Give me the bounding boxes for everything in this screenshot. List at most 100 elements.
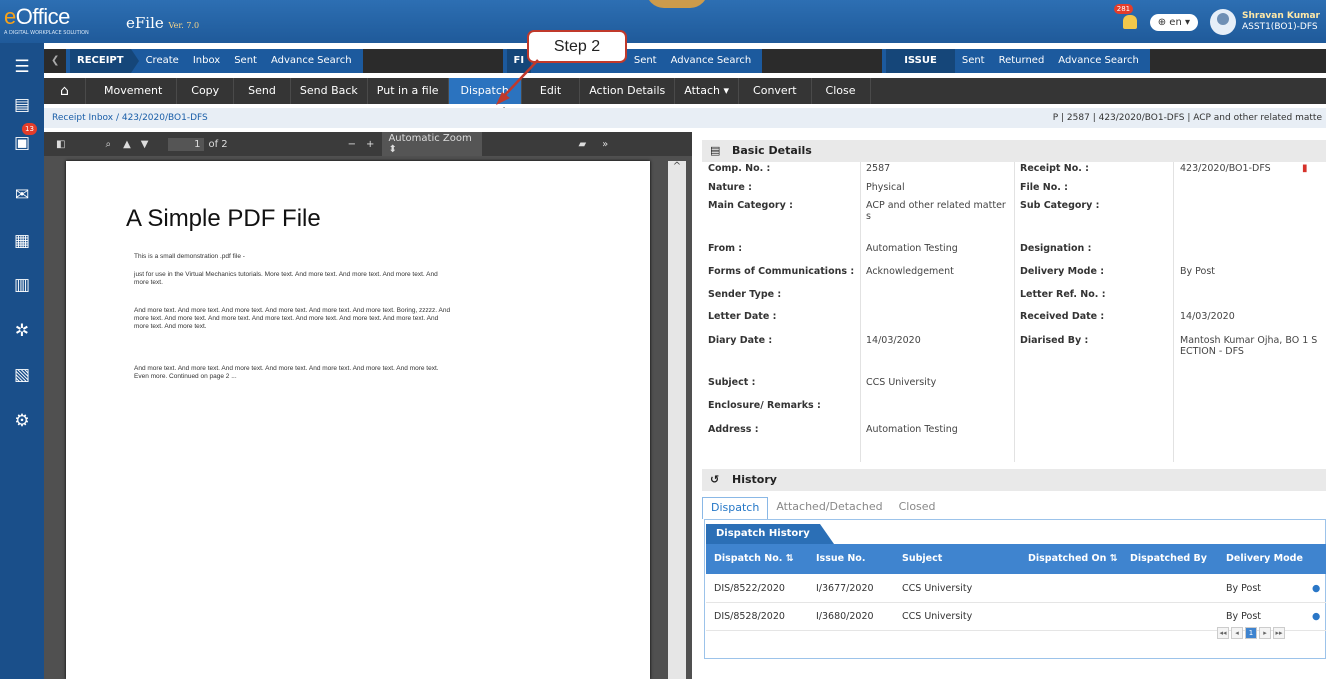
zoom-select[interactable]: Automatic Zoom ⬍ [382, 132, 483, 156]
collapse-arrow-icon[interactable]: ❮ [44, 49, 66, 73]
zoom-out-icon[interactable]: − [348, 139, 356, 150]
history-tabs: Dispatch Attached/Detached Closed [702, 497, 944, 519]
detail-label: Delivery Mode : [1020, 266, 1104, 277]
detail-label: Subject : [708, 377, 756, 388]
detail-label: Address : [708, 424, 759, 435]
send-back-button[interactable]: Send Back [291, 78, 368, 104]
nav-issue-returned[interactable]: Returned [992, 49, 1052, 73]
tab-dispatch[interactable]: Dispatch [702, 497, 769, 519]
menu-icon[interactable]: ☰ [10, 55, 34, 79]
page-number-input[interactable]: 1 [168, 137, 205, 151]
detail-label: From : [708, 243, 743, 254]
download-icon[interactable]: ▰ [578, 139, 586, 150]
attach-label: Attach [684, 84, 720, 97]
tab-closed[interactable]: Closed [891, 497, 944, 519]
nav-inbox[interactable]: Inbox [186, 49, 227, 73]
nav-issue-advance-search[interactable]: Advance Search [1051, 49, 1146, 73]
breadcrumb-path[interactable]: Receipt Inbox / 423/2020/BO1-DFS [52, 113, 208, 123]
col-dispatched-on-label: Dispatched On [1028, 553, 1107, 564]
next-page-button[interactable]: ▸ [1259, 627, 1271, 639]
file-icon[interactable]: ▣ 13 [10, 123, 37, 155]
nav-create[interactable]: Create [139, 49, 186, 73]
admin-icon[interactable]: ⚙ [10, 409, 34, 433]
convert-button[interactable]: Convert [739, 78, 812, 104]
brand-tagline: A DIGITAL WORKPLACE SOLUTION [4, 30, 89, 36]
first-page-icon[interactable]: ◂◂ [1217, 627, 1229, 639]
user-avatar[interactable] [1210, 9, 1236, 35]
left-sidebar: ☰ ▤ ▣ 13 ✉ ▦ ▥ ✲ ▧ ⚙ [0, 43, 44, 679]
issue-nav: ISSUE Sent Returned Advance Search [882, 49, 1150, 73]
receipt-head[interactable]: RECEIPT [70, 49, 131, 73]
eoffice-logo: eOffice A DIGITAL WORKPLACE SOLUTION [4, 4, 89, 36]
nav-file-sent[interactable]: Sent [627, 49, 664, 73]
details-icon: ▤ [710, 144, 721, 157]
file-badge: 13 [22, 123, 37, 135]
pdf-scrollbar[interactable]: ^ [668, 161, 686, 679]
tab-attached-detached[interactable]: Attached/Detached [768, 497, 890, 519]
col-dispatch-no[interactable]: Dispatch No. ⇅ [714, 544, 794, 574]
dispatch-no: DIS/8522/2020 [714, 583, 785, 594]
info-icon[interactable]: ● [1312, 575, 1320, 603]
copy-button[interactable]: Copy [177, 78, 235, 104]
detail-label: Main Category : [708, 200, 793, 211]
pdf-paragraph-4: And more text. And more text. And more t… [134, 365, 439, 380]
detail-value: Automation Testing [866, 243, 958, 254]
pdf-icon[interactable]: ▮ [1302, 163, 1308, 174]
close-button[interactable]: Close [812, 78, 871, 104]
current-page[interactable]: 1 [1245, 627, 1257, 639]
basic-details-header: ▤ Basic Details [702, 140, 1326, 162]
detail-value: Acknowledgement [866, 266, 954, 277]
breadcrumb: Receipt Inbox / 423/2020/BO1-DFS P | 258… [44, 108, 1326, 128]
col-delivery-mode[interactable]: Delivery Mode [1226, 544, 1303, 574]
info-icon[interactable]: ● [1312, 603, 1320, 631]
detail-value: 14/03/2020 [866, 335, 921, 346]
detail-label: Diary Date : [708, 335, 773, 346]
receipt-icon[interactable]: ▤ [10, 93, 34, 117]
send-button[interactable]: Send [234, 78, 291, 104]
nav-issue-sent[interactable]: Sent [955, 49, 992, 73]
language-selector[interactable]: ⊕ en ▾ [1149, 13, 1198, 31]
col-issue-no[interactable]: Issue No. [816, 544, 865, 574]
pagination: ◂◂ ◂ 1 ▸ ▸▸ [1217, 627, 1285, 639]
prev-page-icon[interactable]: ▲ [123, 139, 131, 150]
detail-label: Letter Ref. No. : [1020, 289, 1106, 300]
detail-label: Letter Date : [708, 311, 777, 322]
attach-dropdown[interactable]: Attach ▾ [675, 78, 740, 104]
pdf-paragraph-1: This is a small demonstration .pdf file … [134, 253, 245, 260]
movement-button[interactable]: Movement [86, 78, 178, 104]
pdf-page: A Simple PDF File This is a small demons… [66, 161, 650, 679]
reports-icon[interactable]: ▧ [10, 363, 34, 387]
detail-label: Sender Type : [708, 289, 782, 300]
last-page-icon[interactable]: ▸▸ [1273, 627, 1285, 639]
issue-head[interactable]: ISSUE [886, 49, 955, 73]
zoom-in-icon[interactable]: + [366, 139, 374, 150]
search-icon[interactable]: ⌕ [105, 139, 111, 150]
table-row[interactable]: DIS/8522/2020 I/3677/2020 CCS University… [706, 575, 1326, 603]
action-details-button[interactable]: Action Details [580, 78, 676, 104]
nav-advance-search[interactable]: Advance Search [264, 49, 359, 73]
detail-value: Mantosh Kumar Ojha, BO 1 S ECTION - DFS [1180, 335, 1318, 357]
pdf-viewer-toolbar: ◧ ⌕ ▲ ▼ 1 of 2 − + Automatic Zoom ⬍ ▰ » [44, 132, 692, 156]
issue-icon[interactable]: ▦ [10, 229, 34, 253]
more-tools-icon[interactable]: » [602, 139, 608, 150]
notification-bell-icon[interactable]: 281 [1113, 4, 1142, 34]
col-dispatch-no-label: Dispatch No. [714, 553, 783, 564]
col-subject[interactable]: Subject [902, 544, 942, 574]
col-dispatched-by[interactable]: Dispatched By [1130, 544, 1207, 574]
nav-sent[interactable]: Sent [227, 49, 264, 73]
dsc-icon[interactable]: ▥ [10, 273, 34, 297]
sidebar-toggle-icon[interactable]: ◧ [56, 139, 65, 150]
next-page-icon[interactable]: ▼ [141, 139, 149, 150]
home-icon[interactable]: ⌂ [44, 78, 86, 104]
col-dispatched-on[interactable]: Dispatched On ⇅ [1028, 544, 1118, 574]
detail-label: Received Date : [1020, 311, 1105, 322]
page-count: of 2 [208, 138, 228, 150]
prev-page-button[interactable]: ◂ [1231, 627, 1243, 639]
user-info[interactable]: Shravan Kumar ASST1(BO1)-DFS [1242, 11, 1320, 33]
dak-icon[interactable]: ✉ [10, 183, 34, 207]
put-in-file-button[interactable]: Put in a file [368, 78, 449, 104]
nav-file-advance-search[interactable]: Advance Search [664, 49, 759, 73]
pdf-paragraph-2: just for use in the Virtual Mechanics tu… [134, 271, 438, 286]
settings-icon[interactable]: ✲ [10, 319, 34, 343]
detail-value: By Post [1180, 266, 1216, 277]
